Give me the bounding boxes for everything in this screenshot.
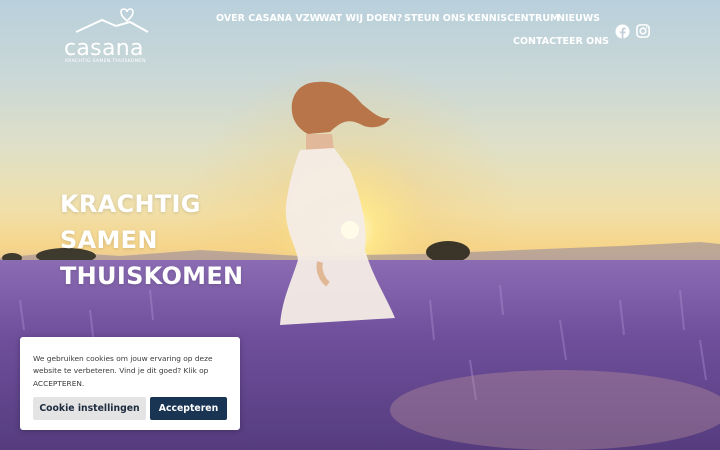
nav-item-kenniscentrum[interactable]: KENNISCENTRUM bbox=[467, 13, 560, 24]
facebook-icon bbox=[615, 24, 630, 39]
instagram-link[interactable] bbox=[636, 24, 650, 38]
instagram-icon bbox=[636, 24, 650, 38]
facebook-link[interactable] bbox=[615, 24, 630, 39]
nav-item-steun-ons[interactable]: STEUN ONS bbox=[404, 13, 466, 24]
brand-name: casana bbox=[64, 36, 144, 61]
cookie-banner: We gebruiken cookies om jouw ervaring op… bbox=[20, 337, 240, 430]
nav-item-nieuws[interactable]: NIEUWS bbox=[557, 13, 600, 24]
accept-cookies-button[interactable]: Accepteren bbox=[150, 397, 227, 420]
headline-line-2: SAMEN bbox=[60, 226, 158, 254]
headline-line-1: KRACHTIG bbox=[60, 190, 201, 218]
hero-headline: KRACHTIG SAMEN THUISKOMEN bbox=[60, 186, 243, 294]
casana-logo[interactable]: casana KRACHTIG SAMEN THUISKOMEN bbox=[62, 6, 162, 64]
house-heart-logo-icon bbox=[75, 8, 149, 33]
headline-line-3: THUISKOMEN bbox=[60, 262, 244, 290]
nav-item-wat-wij-doen[interactable]: WAT WIJ DOEN? bbox=[319, 13, 402, 24]
cookie-settings-button[interactable]: Cookie instellingen bbox=[33, 397, 146, 420]
nav-item-over-casana[interactable]: OVER CASANA VZW bbox=[216, 13, 320, 24]
cookie-message: We gebruiken cookies om jouw ervaring op… bbox=[33, 354, 213, 388]
brand-tagline: KRACHTIG SAMEN THUISKOMEN bbox=[65, 59, 146, 64]
nav-item-contacteer-ons[interactable]: CONTACTEER ONS bbox=[513, 36, 609, 47]
